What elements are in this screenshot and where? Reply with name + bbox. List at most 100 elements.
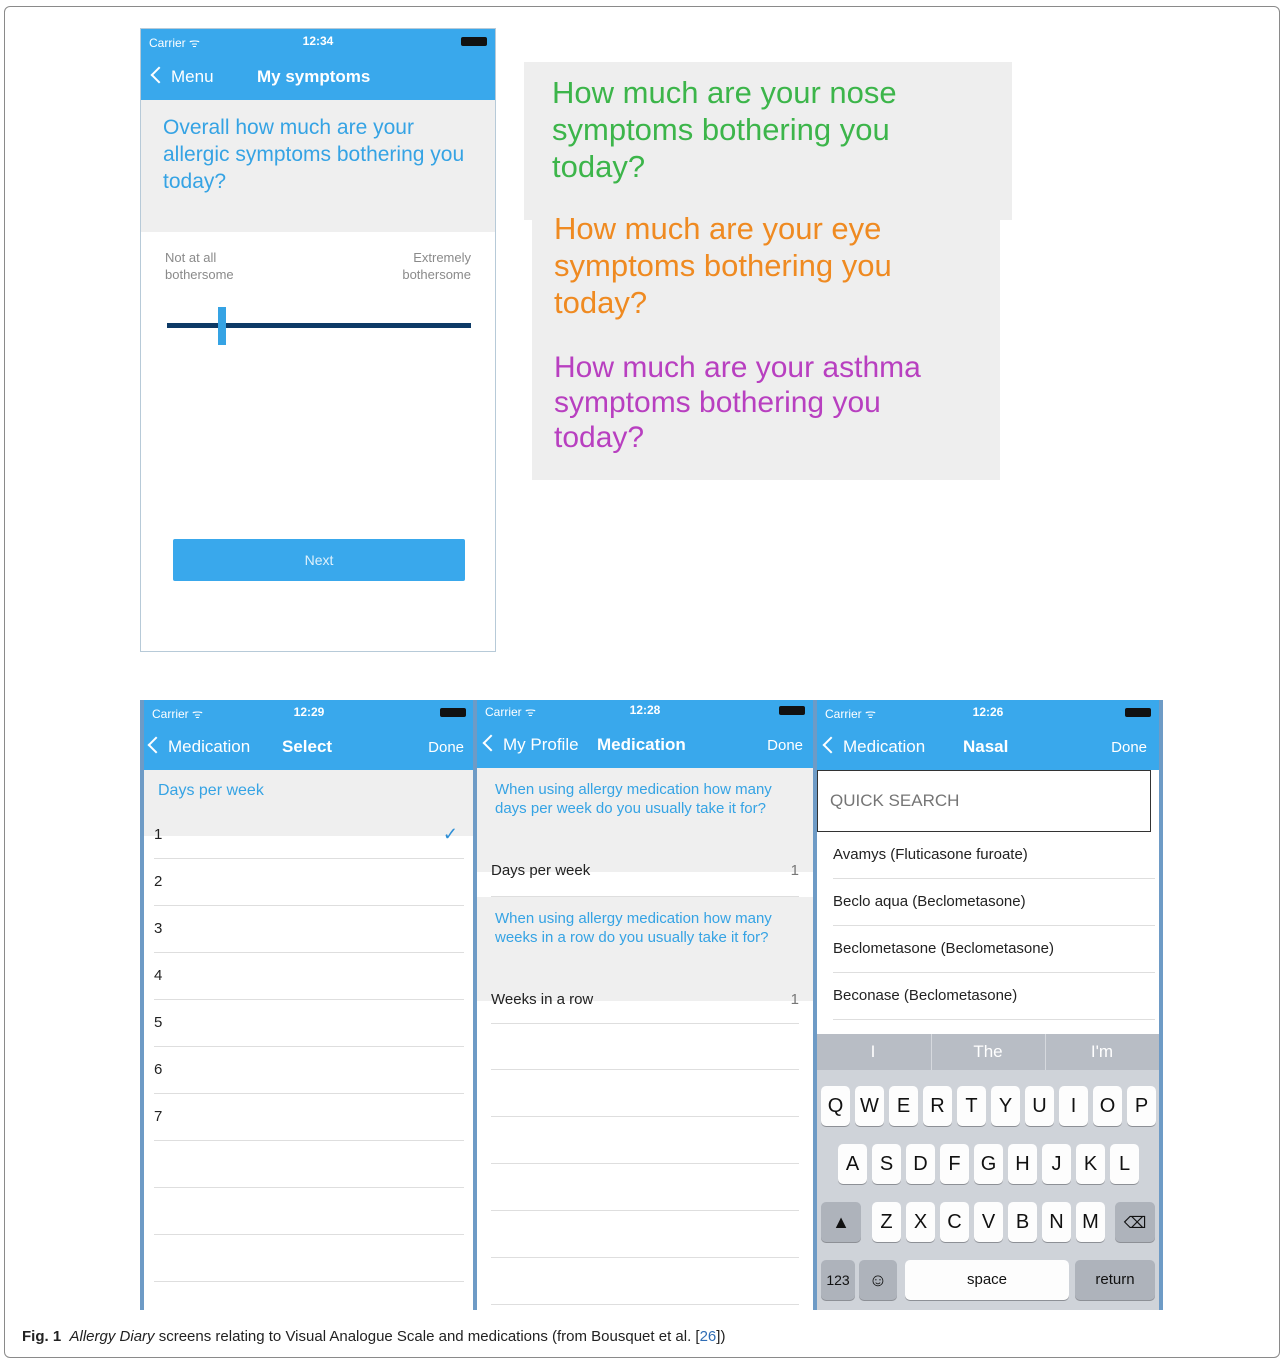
- option-label: 5: [154, 1014, 163, 1031]
- result-row[interactable]: Beclometasone (Beclometasone): [833, 926, 1155, 973]
- option-label: 3: [154, 920, 163, 937]
- key[interactable]: V: [974, 1202, 1003, 1242]
- key[interactable]: A: [838, 1144, 867, 1184]
- option-label: 2: [154, 873, 163, 890]
- days-per-week-row[interactable]: Days per week 1: [491, 848, 799, 897]
- option-label: 1: [154, 826, 163, 843]
- key[interactable]: X: [906, 1202, 935, 1242]
- keyboard: I The I'm Q W E R T Y U I O P A S D F G …: [817, 1034, 1159, 1310]
- key[interactable]: G: [974, 1144, 1003, 1184]
- key[interactable]: I: [1059, 1086, 1088, 1126]
- suggestion-2[interactable]: The: [931, 1034, 1044, 1070]
- key[interactable]: S: [872, 1144, 901, 1184]
- battery-icon: [461, 37, 487, 46]
- key[interactable]: P: [1127, 1086, 1156, 1126]
- screen-title: My symptoms: [257, 67, 371, 86]
- nav-bar: Carrier ᯤ 12:34 Menu My symptoms: [141, 29, 495, 100]
- empty-row: [154, 1188, 464, 1235]
- key[interactable]: R: [923, 1086, 952, 1126]
- key[interactable]: H: [1008, 1144, 1037, 1184]
- option-row-3[interactable]: 3: [154, 906, 464, 953]
- result-label: Beconase (Beclometasone): [833, 987, 1018, 1004]
- result-label: Beclo aqua (Beclometasone): [833, 893, 1026, 910]
- citation-link[interactable]: 26: [700, 1328, 717, 1345]
- status-bar: Carrier ᯤ 12:26: [825, 705, 1151, 721]
- section-header-label: Days per week: [158, 782, 264, 799]
- option-label: 6: [154, 1061, 163, 1078]
- battery-icon: [1125, 708, 1151, 717]
- key[interactable]: Q: [821, 1086, 850, 1126]
- chevron-left-icon: [482, 734, 500, 752]
- numbers-key[interactable]: 123: [821, 1260, 855, 1300]
- key[interactable]: J: [1042, 1144, 1071, 1184]
- back-button-medication[interactable]: Medication: [822, 736, 926, 757]
- chevron-left-icon: [822, 736, 840, 754]
- key[interactable]: B: [1008, 1202, 1037, 1242]
- suggestion-1[interactable]: I: [817, 1034, 929, 1070]
- status-bar: Carrier ᯤ 12:29: [152, 705, 466, 721]
- key[interactable]: E: [889, 1086, 918, 1126]
- key[interactable]: O: [1093, 1086, 1122, 1126]
- empty-row: [491, 1023, 799, 1070]
- shift-key[interactable]: ▲: [821, 1202, 861, 1242]
- key[interactable]: Z: [872, 1202, 901, 1242]
- key[interactable]: D: [906, 1144, 935, 1184]
- key[interactable]: C: [940, 1202, 969, 1242]
- suggestion-3[interactable]: I'm: [1045, 1034, 1158, 1070]
- result-row[interactable]: Beclo aqua (Beclometasone): [833, 879, 1155, 926]
- vas-slider-track[interactable]: [167, 323, 471, 328]
- back-button-my-profile[interactable]: My Profile: [482, 734, 579, 755]
- result-label: Beclometasone (Beclometasone): [833, 940, 1054, 957]
- caption-title: Allergy Diary: [69, 1328, 155, 1345]
- back-button-medication[interactable]: Medication: [147, 736, 250, 757]
- back-button-menu[interactable]: Menu: [150, 66, 214, 87]
- key[interactable]: Y: [991, 1086, 1020, 1126]
- key[interactable]: T: [957, 1086, 986, 1126]
- option-row-1[interactable]: 1 ✓: [154, 812, 464, 859]
- battery-icon: [779, 706, 805, 715]
- empty-row: [491, 1258, 799, 1305]
- result-row[interactable]: Beconase (Beclometasone): [833, 973, 1155, 1020]
- vas-slider-thumb[interactable]: [218, 307, 226, 345]
- option-row-5[interactable]: 5: [154, 1000, 464, 1047]
- question-text: Overall how much are your allergic sympt…: [163, 116, 465, 193]
- done-button[interactable]: Done: [1111, 739, 1147, 756]
- chevron-left-icon: [147, 736, 165, 754]
- space-key[interactable]: space: [905, 1260, 1069, 1300]
- status-bar: Carrier ᯤ 12:28: [485, 703, 805, 719]
- empty-row: [491, 1117, 799, 1164]
- option-label: 4: [154, 967, 163, 984]
- emoji-key[interactable]: ☺: [859, 1260, 897, 1300]
- option-row-6[interactable]: 6: [154, 1047, 464, 1094]
- delete-key[interactable]: ⌫: [1115, 1202, 1155, 1242]
- empty-row: [491, 1211, 799, 1258]
- done-button[interactable]: Done: [428, 739, 464, 756]
- key[interactable]: K: [1076, 1144, 1105, 1184]
- done-button[interactable]: Done: [767, 737, 803, 754]
- weeks-in-a-row-row[interactable]: Weeks in a row 1: [491, 977, 799, 1024]
- row-value: 1: [790, 862, 799, 879]
- clock: 12:34: [302, 34, 334, 48]
- result-row[interactable]: Avamys (Fluticasone furoate): [833, 832, 1155, 879]
- key[interactable]: L: [1110, 1144, 1139, 1184]
- option-row-7[interactable]: 7: [154, 1094, 464, 1141]
- clock: 12:29: [293, 705, 325, 719]
- option-row-4[interactable]: 4: [154, 953, 464, 1000]
- return-key[interactable]: return: [1075, 1260, 1155, 1300]
- key[interactable]: U: [1025, 1086, 1054, 1126]
- days-question-text: When using allergy medication how many d…: [495, 781, 772, 817]
- key[interactable]: F: [940, 1144, 969, 1184]
- next-button[interactable]: Next: [173, 539, 465, 581]
- result-label: Avamys (Fluticasone furoate): [833, 846, 1028, 863]
- carrier-label: Carrier ᯤ: [485, 705, 536, 719]
- key[interactable]: W: [855, 1086, 884, 1126]
- quick-search-input[interactable]: [817, 770, 1151, 832]
- figure-number: Fig. 1: [22, 1328, 62, 1345]
- back-label: Medication: [843, 737, 926, 756]
- option-row-2[interactable]: 2: [154, 859, 464, 906]
- empty-row: [154, 1141, 464, 1188]
- shift-arrow-icon: ▲: [832, 1212, 850, 1232]
- key[interactable]: M: [1076, 1202, 1105, 1242]
- key[interactable]: N: [1042, 1202, 1071, 1242]
- select-days-screen: Carrier ᯤ 12:29 Medication Select Done D…: [140, 700, 478, 1310]
